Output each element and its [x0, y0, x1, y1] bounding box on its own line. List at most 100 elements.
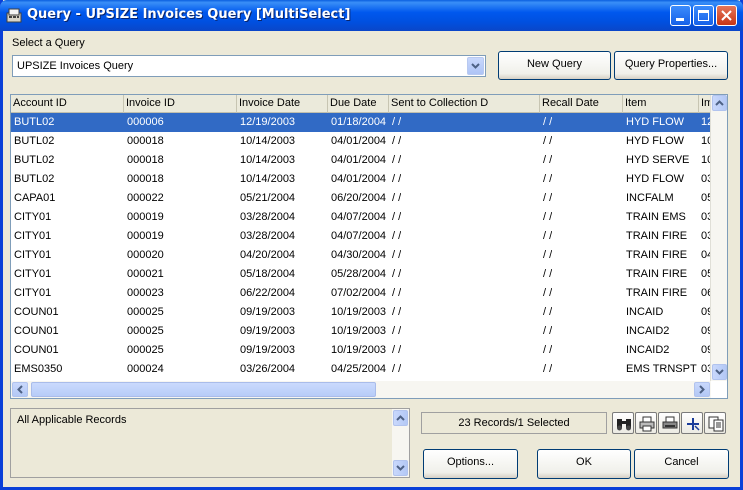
horizontal-scrollbar[interactable]	[11, 381, 711, 398]
cancel-button[interactable]: Cancel	[634, 449, 729, 479]
cell-item: EMS TRNSPT	[626, 363, 697, 375]
cell-item: TRAIN FIRE	[626, 268, 688, 280]
description-scroll-down[interactable]	[393, 460, 408, 476]
table-row[interactable]: BUTL02 000006 12/19/2003 01/18/2004 / / / /…	[11, 113, 713, 132]
cell-item: TRAIN FIRE	[626, 230, 688, 242]
table-row[interactable]: CITY01 000019 03/28/2004 04/07/2004 / / / /…	[11, 208, 713, 227]
scroll-down-button[interactable]	[712, 364, 727, 380]
cell-invoice-date: 09/19/2003	[240, 306, 296, 318]
cell-invoice-date: 06/22/2004	[240, 287, 296, 299]
table-row[interactable]: CITY01 000023 06/22/2004 07/02/2004 / / / /…	[11, 284, 713, 303]
table-row[interactable]: CITY01 000019 03/28/2004 04/07/2004 / / / /…	[11, 227, 713, 246]
cell-invoice-date: 12/19/2003	[240, 116, 296, 128]
column-header-item[interactable]: Item	[623, 95, 699, 113]
cell-invoice-date: 10/14/2003	[240, 173, 296, 185]
print-button[interactable]	[635, 412, 657, 434]
table-row[interactable]: EMS0350 000024 03/26/2004 04/25/2004 / / / …	[11, 360, 713, 379]
cell-due-date: 06/20/2004	[331, 192, 387, 204]
query-dropdown-button[interactable]	[467, 57, 484, 75]
scroll-left-button[interactable]	[12, 382, 28, 397]
column-header-sent-to-collection[interactable]: Sent to Collection D	[389, 95, 540, 113]
cell-item: HYD FLOW	[626, 135, 685, 147]
cell-recall-date: / /	[543, 230, 553, 242]
column-header-invoice-date[interactable]: Invoice Date	[237, 95, 328, 113]
chevron-right-icon	[699, 385, 705, 394]
cell-invoice-date: 03/28/2004	[240, 230, 296, 242]
title-bar[interactable]: Query - UPSIZE Invoices Query [MultiSele…	[0, 0, 743, 31]
table-row[interactable]: COUN01 000025 09/19/2003 10/19/2003 / / / /…	[11, 322, 713, 341]
cell-account-id: COUN01	[14, 306, 59, 318]
column-header-due-date[interactable]: Due Date	[328, 95, 389, 113]
print-icon	[639, 416, 655, 432]
table-row[interactable]: BUTL02 000018 10/14/2003 04/01/2004 / / / /…	[11, 151, 713, 170]
cell-due-date: 04/01/2004	[331, 135, 387, 147]
scroll-up-button[interactable]	[712, 95, 727, 111]
table-row[interactable]: CITY01 000021 05/18/2004 05/28/2004 / / / /…	[11, 265, 713, 284]
query-select[interactable]: UPSIZE Invoices Query	[12, 55, 486, 77]
vertical-scrollbar[interactable]	[710, 95, 727, 381]
cell-sent-to-collection: / /	[392, 211, 402, 223]
cell-invoice-id: 000024	[127, 363, 164, 375]
maximize-button[interactable]	[693, 5, 714, 26]
cell-due-date: 07/02/2004	[331, 287, 387, 299]
cell-item: TRAIN FIRE	[626, 249, 688, 261]
minimize-button[interactable]	[670, 5, 691, 26]
copy-button[interactable]	[704, 412, 726, 434]
horizontal-scroll-thumb[interactable]	[31, 382, 376, 397]
options-button[interactable]: Options...	[423, 449, 518, 479]
cell-invoice-id: 000025	[127, 325, 164, 337]
cell-due-date: 04/01/2004	[331, 173, 387, 185]
cell-invoice-id: 000018	[127, 173, 164, 185]
select-tool-button[interactable]	[681, 412, 703, 434]
description-scrollbar[interactable]	[392, 409, 409, 477]
cell-invoice-date: 03/26/2004	[240, 363, 296, 375]
cell-invoice-id: 000018	[127, 154, 164, 166]
cell-sent-to-collection: / /	[392, 116, 402, 128]
table-row[interactable]: CAPA01 000022 05/21/2004 06/20/2004 / / / /…	[11, 189, 713, 208]
cell-recall-date: / /	[543, 116, 553, 128]
query-window: Query - UPSIZE Invoices Query [MultiSele…	[0, 0, 743, 490]
cell-account-id: CAPA01	[14, 192, 56, 204]
cell-invoice-date: 05/21/2004	[240, 192, 296, 204]
column-header-account-id[interactable]: Account ID	[11, 95, 124, 113]
cell-recall-date: / /	[543, 192, 553, 204]
table-row[interactable]: CITY01 000020 04/20/2004 04/30/2004 / / / /…	[11, 246, 713, 265]
column-header-invoice-id[interactable]: Invoice ID	[124, 95, 237, 113]
cell-sent-to-collection: / /	[392, 249, 402, 261]
records-grid: Account ID Invoice ID Invoice Date Due D…	[10, 94, 728, 399]
grid-header: Account ID Invoice ID Invoice Date Due D…	[11, 95, 713, 113]
table-row[interactable]: COUN01 000025 09/19/2003 10/19/2003 / / / /…	[11, 303, 713, 322]
column-header-recall-date[interactable]: Recall Date	[540, 95, 623, 113]
cell-invoice-date: 03/28/2004	[240, 211, 296, 223]
cell-invoice-id: 000019	[127, 230, 164, 242]
cell-invoice-id: 000018	[127, 135, 164, 147]
record-count-status: 23 Records/1 Selected	[421, 412, 607, 434]
table-row[interactable]: COUN01 000025 09/19/2003 10/19/2003 / / / /…	[11, 341, 713, 360]
cell-item: INCFALM	[626, 192, 674, 204]
cell-item: INCAID2	[626, 344, 670, 356]
cell-sent-to-collection: / /	[392, 306, 402, 318]
cell-invoice-date: 10/14/2003	[240, 154, 296, 166]
ok-button[interactable]: OK	[537, 449, 631, 479]
scroll-right-button[interactable]	[694, 382, 710, 397]
cell-sent-to-collection: / /	[392, 173, 402, 185]
close-icon	[721, 10, 732, 21]
cell-invoice-id: 000019	[127, 211, 164, 223]
table-row[interactable]: BUTL02 000018 10/14/2003 04/01/2004 / / / /…	[11, 170, 713, 189]
cell-invoice-id: 000006	[127, 116, 164, 128]
query-description-box[interactable]: All Applicable Records	[10, 408, 410, 478]
query-properties-button[interactable]: Query Properties...	[614, 51, 728, 80]
table-row[interactable]: BUTL02 000018 10/14/2003 04/01/2004 / / / /…	[11, 132, 713, 151]
cell-recall-date: / /	[543, 344, 553, 356]
description-scroll-up[interactable]	[393, 410, 408, 426]
cell-recall-date: / /	[543, 325, 553, 337]
cell-recall-date: / /	[543, 268, 553, 280]
cell-due-date: 04/07/2004	[331, 230, 387, 242]
close-button[interactable]	[716, 5, 737, 26]
cell-recall-date: / /	[543, 173, 553, 185]
print-setup-button[interactable]	[658, 412, 680, 434]
find-button[interactable]	[612, 412, 634, 434]
new-query-button[interactable]: New Query	[498, 51, 611, 80]
chevron-down-icon	[715, 369, 724, 375]
chevron-up-icon	[715, 100, 724, 106]
